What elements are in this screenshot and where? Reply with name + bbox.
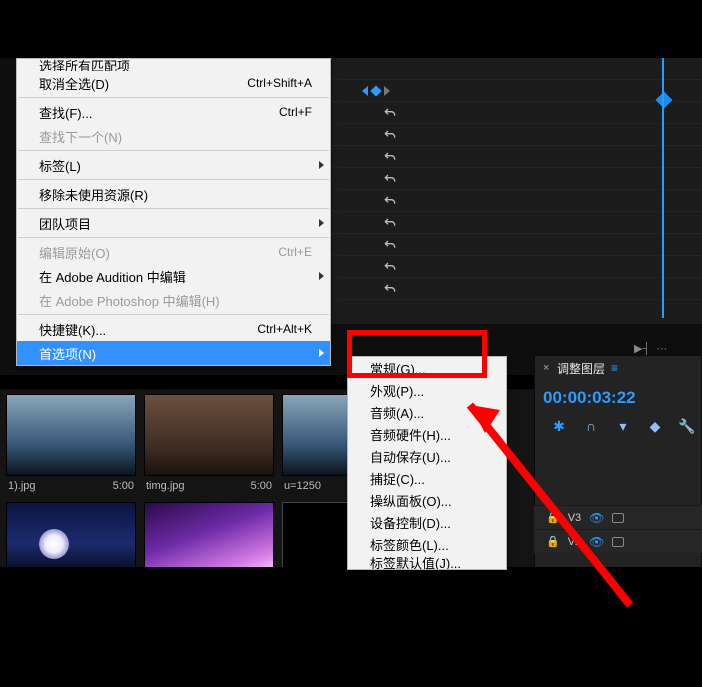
timecode-display[interactable]: 00:00:03:22 [535,380,701,414]
undo-icon[interactable] [382,149,398,165]
submenu-item-capture[interactable]: 捕捉(C)... [348,467,506,489]
undo-icon[interactable] [382,105,398,121]
lock-icon[interactable]: 🔒 [546,535,560,548]
media-duration: 5:00 [251,480,272,492]
menu-item-team-project[interactable]: 团队项目 [17,211,330,235]
chevron-right-icon [319,272,324,280]
undo-icon[interactable] [382,259,398,275]
submenu-item-autosave[interactable]: 自动保存(U)... [348,445,506,467]
track-label: V2 [568,536,581,548]
target-icon[interactable] [612,537,624,547]
edit-context-menu: 选择所有匹配项 取消全选(D)Ctrl+Shift+A 查找(F)...Ctrl… [16,58,331,366]
undo-icon[interactable] [382,237,398,253]
lock-icon[interactable]: 🔒 [546,511,560,524]
undo-icon[interactable] [382,215,398,231]
play-controls: ▶┤ ⋯ [634,341,694,355]
submenu-item-audio-hardware[interactable]: 音频硬件(H)... [348,423,506,445]
menu-item-edit-original: 编辑原始(O)Ctrl+E [17,240,330,264]
undo-icon[interactable] [382,127,398,143]
keyframe-prev-icon[interactable] [362,86,368,96]
panel-menu-icon[interactable]: ≡ [611,361,618,375]
media-name: timg.jpg [146,480,185,492]
media-duration: 5:00 [113,480,134,492]
target-icon[interactable] [612,513,624,523]
play-icon[interactable]: ▶┤ [634,342,650,355]
panel-tab-title[interactable]: 调整图层 [557,360,605,377]
more-icon[interactable]: ⋯ [656,342,667,355]
undo-icon[interactable] [382,193,398,209]
close-icon[interactable]: × [543,362,553,374]
magnet-icon[interactable]: ∩ [583,418,599,434]
snap-icon[interactable]: ✱ [551,418,567,434]
menu-item-labels[interactable]: 标签(L) [17,153,330,177]
menu-item-edit-in-audition[interactable]: 在 Adobe Audition 中编辑 [17,264,330,288]
menu-item-preferences[interactable]: 首选项(N) [17,341,330,365]
menu-item-select-all-match[interactable]: 选择所有匹配项 [17,59,330,71]
menu-item-remove-unused[interactable]: 移除未使用资源(R) [17,182,330,206]
media-name: u=1250 [284,480,321,492]
track-header-v3[interactable]: 🔒 V3 👁 [534,505,702,529]
wrench-icon[interactable]: 🔧 [679,418,695,434]
undo-icon[interactable] [382,171,398,187]
undo-icon[interactable] [382,281,398,297]
menu-item-keyboard-shortcuts[interactable]: 快捷键(K)...Ctrl+Alt+K [17,317,330,341]
media-thumbnail[interactable] [144,394,274,476]
track-header-v2[interactable]: 🔒 V2 👁 [534,529,702,553]
keyframe-next-icon[interactable] [384,86,390,96]
marker-icon[interactable]: ◆ [647,418,663,434]
menu-item-find[interactable]: 查找(F)...Ctrl+F [17,100,330,124]
timeline-tools: ✱ ∩ ▾ ◆ 🔧 [535,414,701,438]
eye-icon[interactable]: 👁 [589,535,604,549]
chevron-right-icon [319,219,324,227]
video-track-headers: 🔒 V3 👁 🔒 V2 👁 [534,505,702,553]
submenu-item-appearance[interactable]: 外观(P)... [348,379,506,401]
linked-selection-icon[interactable]: ▾ [615,418,631,434]
submenu-item-device-control[interactable]: 设备控制(D)... [348,511,506,533]
playhead-line [662,58,664,318]
menu-item-deselect-all[interactable]: 取消全选(D)Ctrl+Shift+A [17,71,330,95]
chevron-right-icon [319,161,324,169]
timeline-panel [330,58,702,324]
track-label: V3 [568,512,581,524]
submenu-item-label-colors[interactable]: 标签颜色(L)... [348,533,506,555]
eye-icon[interactable]: 👁 [589,511,604,525]
media-name: 1).jpg [8,480,36,492]
submenu-item-audio[interactable]: 音频(A)... [348,401,506,423]
keyframe-marker-icon[interactable] [370,85,381,96]
timeline-header-row [330,80,702,102]
submenu-item-label-defaults[interactable]: 标签默认值(J)... [348,555,506,569]
menu-item-find-next: 查找下一个(N) [17,124,330,148]
media-thumbnail[interactable] [6,394,136,476]
menu-item-edit-in-photoshop: 在 Adobe Photoshop 中编辑(H) [17,288,330,312]
submenu-item-general[interactable]: 常规(G)... [348,357,506,379]
chevron-right-icon [319,349,324,357]
submenu-item-control-surface[interactable]: 操纵面板(O)... [348,489,506,511]
preferences-submenu: 常规(G)... 外观(P)... 音频(A)... 音频硬件(H)... 自动… [347,356,507,570]
